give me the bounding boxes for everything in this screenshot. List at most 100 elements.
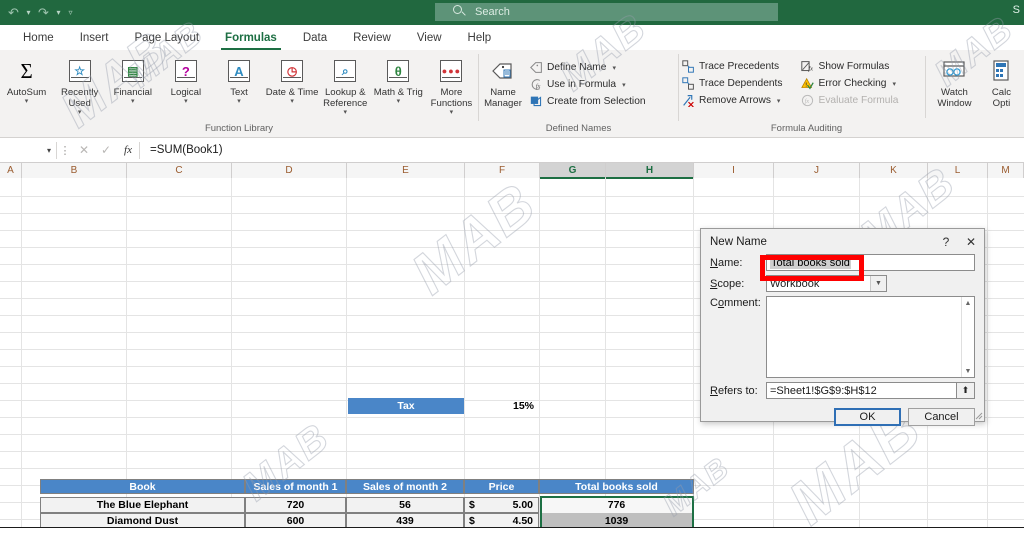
- more-functions-caret-icon[interactable]: ▾: [450, 109, 454, 117]
- text-button[interactable]: A Text ▾: [212, 54, 265, 106]
- show-formulas-label: Show Formulas: [818, 61, 890, 72]
- date-time-label: Date & Time: [265, 87, 319, 98]
- scroll-down-caret-icon[interactable]: ▼: [962, 365, 974, 377]
- column-header-H[interactable]: H: [606, 163, 694, 179]
- column-header-D[interactable]: D: [232, 163, 347, 178]
- ok-button[interactable]: OK: [834, 408, 901, 426]
- trace-dependents-button[interactable]: Trace Dependents: [679, 75, 799, 92]
- column-header-F[interactable]: F: [465, 163, 540, 178]
- table-row[interactable]: The Blue Elephant: [40, 497, 245, 513]
- column-header-B[interactable]: B: [22, 163, 127, 178]
- table-row[interactable]: 56: [346, 497, 464, 513]
- table-row[interactable]: 720: [245, 497, 346, 513]
- redo-dropdown-caret-icon[interactable]: ▾: [53, 3, 64, 23]
- comment-scrollbar[interactable]: ▲ ▼: [961, 297, 974, 377]
- search-box[interactable]: Search: [435, 3, 778, 21]
- watch-window-button[interactable]: Watch Window: [930, 54, 979, 109]
- autosum-button[interactable]: Σ AutoSum ▾: [0, 54, 53, 106]
- column-header-J[interactable]: J: [774, 163, 860, 178]
- dialog-name-row: Name: Total books sold: [701, 254, 984, 271]
- column-header-L[interactable]: L: [928, 163, 988, 178]
- error-checking-button[interactable]: ! Error Checking ▾: [799, 75, 921, 92]
- autosum-caret-icon[interactable]: ▾: [25, 98, 29, 106]
- table-header-total-books-sold[interactable]: Total books sold: [539, 479, 694, 494]
- help-question-icon[interactable]: ?: [934, 235, 958, 249]
- dialog-name-label: Name:: [710, 256, 743, 269]
- recently-used-caret-icon[interactable]: ▾: [78, 109, 82, 117]
- column-header-K[interactable]: K: [860, 163, 928, 178]
- recently-used-button[interactable]: ☆ Recently Used ▾: [53, 54, 106, 117]
- undo-dropdown-caret-icon[interactable]: ▾: [23, 3, 34, 23]
- name-box-dropdown-caret[interactable]: ▾: [47, 146, 51, 155]
- tab-page-layout[interactable]: Page Layout: [121, 31, 212, 50]
- column-header-M[interactable]: M: [988, 163, 1024, 178]
- tab-data[interactable]: Data: [290, 31, 340, 50]
- define-name-caret-icon[interactable]: ▾: [612, 64, 616, 72]
- column-header-C[interactable]: C: [127, 163, 232, 178]
- define-name-tag-icon: [529, 61, 543, 75]
- column-header-I[interactable]: I: [694, 163, 774, 178]
- insert-function-fx-icon[interactable]: fx: [117, 144, 139, 156]
- use-in-formula-caret-icon[interactable]: ▾: [622, 81, 626, 89]
- close-x-icon[interactable]: ✕: [958, 235, 984, 249]
- customize-quick-access-caret-icon[interactable]: ▿: [65, 3, 76, 23]
- logical-caret-icon[interactable]: ▾: [184, 98, 188, 106]
- define-name-button[interactable]: Define Name ▾: [527, 59, 648, 76]
- dialog-resize-grip-icon[interactable]: [973, 410, 983, 420]
- tab-help[interactable]: Help: [455, 31, 505, 50]
- table-header-sales-month-2[interactable]: Sales of month 2: [346, 479, 464, 494]
- show-formulas-button[interactable]: fx Show Formulas: [799, 58, 921, 75]
- refers-to-input[interactable]: =Sheet1!$G$9:$H$12: [766, 382, 957, 399]
- name-manager-label: Name Manager: [484, 87, 522, 109]
- table-row[interactable]: 776: [541, 497, 692, 513]
- create-from-selection-button[interactable]: Create from Selection: [527, 93, 648, 110]
- name-input[interactable]: Total books sold: [766, 254, 975, 271]
- column-header-G[interactable]: G: [540, 163, 606, 179]
- cancel-button[interactable]: Cancel: [908, 408, 975, 426]
- scroll-up-caret-icon[interactable]: ▲: [962, 297, 974, 309]
- name-manager-button[interactable]: Name Manager: [479, 54, 527, 109]
- lookup-reference-button[interactable]: ⌕ Lookup & Reference ▾: [319, 54, 372, 117]
- text-caret-icon[interactable]: ▾: [237, 98, 241, 106]
- cancel-x-icon[interactable]: ✕: [73, 143, 95, 157]
- math-trig-button[interactable]: θ Math & Trig ▾: [372, 54, 425, 106]
- remove-arrows-button[interactable]: Remove Arrows ▾: [679, 92, 799, 109]
- formula-bar-grip-icon[interactable]: ⋮: [57, 144, 73, 157]
- formula-input[interactable]: =SUM(Book1): [140, 144, 1024, 156]
- financial-button[interactable]: ▤ Financial ▾: [106, 54, 159, 106]
- tax-label-cell[interactable]: Tax: [348, 398, 464, 414]
- tax-value-cell[interactable]: 15%: [466, 398, 539, 414]
- scope-dropdown-caret[interactable]: ▼: [870, 276, 886, 291]
- logical-button[interactable]: ? Logical ▾: [159, 54, 212, 106]
- calculation-options-button[interactable]: Calc Opti: [979, 54, 1024, 109]
- use-in-formula-button[interactable]: fx Use in Formula ▾: [527, 76, 648, 93]
- trace-precedents-button[interactable]: Trace Precedents: [679, 58, 799, 75]
- tab-view[interactable]: View: [404, 31, 455, 50]
- financial-caret-icon[interactable]: ▾: [131, 98, 135, 106]
- redo-arrow-icon[interactable]: ↷: [35, 3, 52, 23]
- enter-check-icon[interactable]: ✓: [95, 143, 117, 157]
- error-checking-caret-icon[interactable]: ▾: [892, 80, 896, 88]
- collapse-dialog-icon[interactable]: ⬆: [957, 382, 975, 399]
- table-row[interactable]: $5.00: [464, 497, 539, 513]
- new-name-dialog: New Name ? ✕ Name: Total books sold Scop…: [700, 228, 985, 426]
- math-trig-caret-icon[interactable]: ▾: [397, 98, 401, 106]
- tab-insert[interactable]: Insert: [67, 31, 122, 50]
- tab-review[interactable]: Review: [340, 31, 404, 50]
- remove-arrows-caret-icon[interactable]: ▾: [777, 97, 781, 105]
- name-box[interactable]: ▾: [0, 141, 56, 160]
- tab-home[interactable]: Home: [10, 31, 67, 50]
- column-header-A[interactable]: A: [0, 163, 22, 178]
- table-header-sales-month-1[interactable]: Sales of month 1: [245, 479, 346, 494]
- table-header-book[interactable]: Book: [40, 479, 245, 494]
- date-time-button[interactable]: ◷ Date & Time ▾: [266, 54, 319, 106]
- table-header-price[interactable]: Price: [464, 479, 539, 494]
- undo-arrow-icon[interactable]: ↶: [5, 3, 22, 23]
- comment-textarea[interactable]: ▲ ▼: [766, 296, 975, 378]
- tab-formulas[interactable]: Formulas: [212, 31, 290, 50]
- column-header-E[interactable]: E: [347, 163, 465, 178]
- lookup-reference-caret-icon[interactable]: ▾: [343, 109, 347, 117]
- date-time-caret-icon[interactable]: ▾: [290, 98, 294, 106]
- more-functions-button[interactable]: ●●● More Functions ▾: [425, 54, 478, 117]
- scope-select[interactable]: Workbook ▼: [766, 275, 887, 292]
